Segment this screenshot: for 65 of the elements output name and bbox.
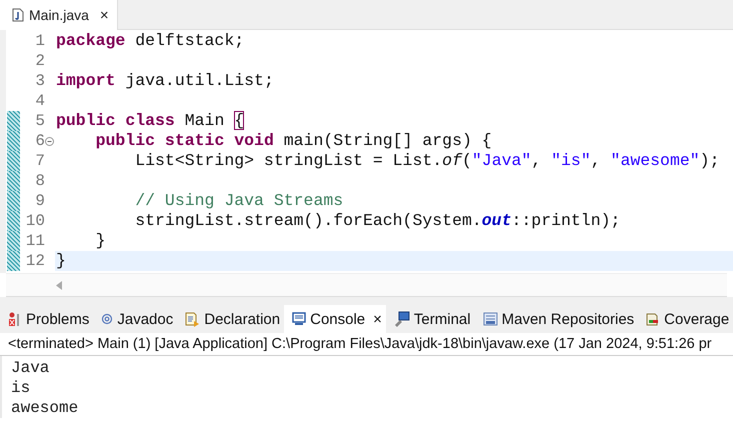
view-tab[interactable]: Coverage (638, 305, 733, 333)
coverage-icon (646, 312, 660, 326)
view-tab[interactable]: Javadoc (93, 305, 178, 333)
code-text: java.util.List; (124, 71, 274, 90)
keyword: import (56, 71, 116, 90)
view-tab[interactable]: Maven Repositories (474, 305, 638, 333)
code-text: , (531, 151, 542, 170)
code-text: Main (184, 111, 226, 130)
console-output: awesome (11, 398, 80, 418)
line-number: 7 (34, 152, 45, 170)
view-tab[interactable]: Console × (284, 305, 386, 333)
collapse-icon[interactable] (45, 136, 54, 146)
code-text: , (590, 151, 602, 170)
console-header: <terminated> Main (1) [Java Application] C:\Program Files\Java\jdk-18\bin\javaw.exe (17 Jan 2024, 9:51:26 pr (0, 333, 733, 356)
line-number: 5 (34, 112, 45, 130)
line-number: 12 (24, 252, 45, 270)
code-text: List<String> stringList = List. (134, 151, 442, 170)
close-icon[interactable]: × (373, 310, 382, 328)
at-sign-icon (101, 313, 114, 325)
string-literal: "Java" (472, 151, 532, 170)
keyword: static (164, 131, 224, 150)
code-text: delftstack; (134, 31, 244, 50)
code-text: ); (700, 151, 720, 170)
horizontal-scrollbar[interactable] (6, 273, 727, 297)
view-tab[interactable]: Terminal (386, 305, 475, 333)
java-file-icon (12, 8, 24, 22)
tab-title: Main.java (29, 7, 89, 23)
code-text: ( (462, 151, 472, 170)
console-output: is (11, 378, 32, 398)
code-text: } (56, 251, 66, 270)
problems-icon (8, 312, 22, 326)
line-number: 10 (24, 212, 45, 230)
line-number: 3 (34, 72, 45, 90)
string-literal: "awesome" (610, 151, 700, 170)
terminal-icon (394, 311, 410, 327)
code-text: ::println); (512, 211, 620, 230)
scroll-left-icon[interactable] (56, 280, 62, 290)
line-number: 6 (34, 132, 45, 150)
document-icon (185, 312, 200, 326)
repository-icon (482, 312, 498, 326)
method-name: of (442, 151, 462, 170)
line-number: 11 (24, 232, 45, 250)
keyword: class (124, 111, 175, 130)
line-number: 8 (34, 172, 45, 190)
keyword: public (56, 111, 116, 130)
console-output: Java (11, 358, 50, 378)
code-text: main(String[] args) { (282, 131, 492, 150)
code-text: } (94, 231, 106, 250)
matching-bracket: { (234, 111, 244, 130)
line-number: 2 (34, 52, 45, 70)
view-tab[interactable]: Problems (0, 305, 94, 333)
close-icon[interactable]: × (100, 6, 109, 24)
line-number: 4 (34, 92, 45, 110)
editor-tab[interactable]: Main.java × (0, 0, 118, 30)
string-literal: "is" (551, 151, 591, 170)
line-number: 1 (34, 32, 45, 50)
code-text: stringList.stream().forEach(System. (134, 211, 482, 230)
view-tab[interactable]: Declaration (177, 305, 284, 333)
keyword: void (233, 131, 274, 150)
field-name: out (482, 211, 512, 230)
keyword: package (56, 31, 126, 50)
line-number: 9 (34, 192, 45, 210)
keyword: public (94, 131, 156, 150)
code-comment: // Using Java Streams (134, 191, 344, 210)
monitor-icon (292, 312, 306, 326)
